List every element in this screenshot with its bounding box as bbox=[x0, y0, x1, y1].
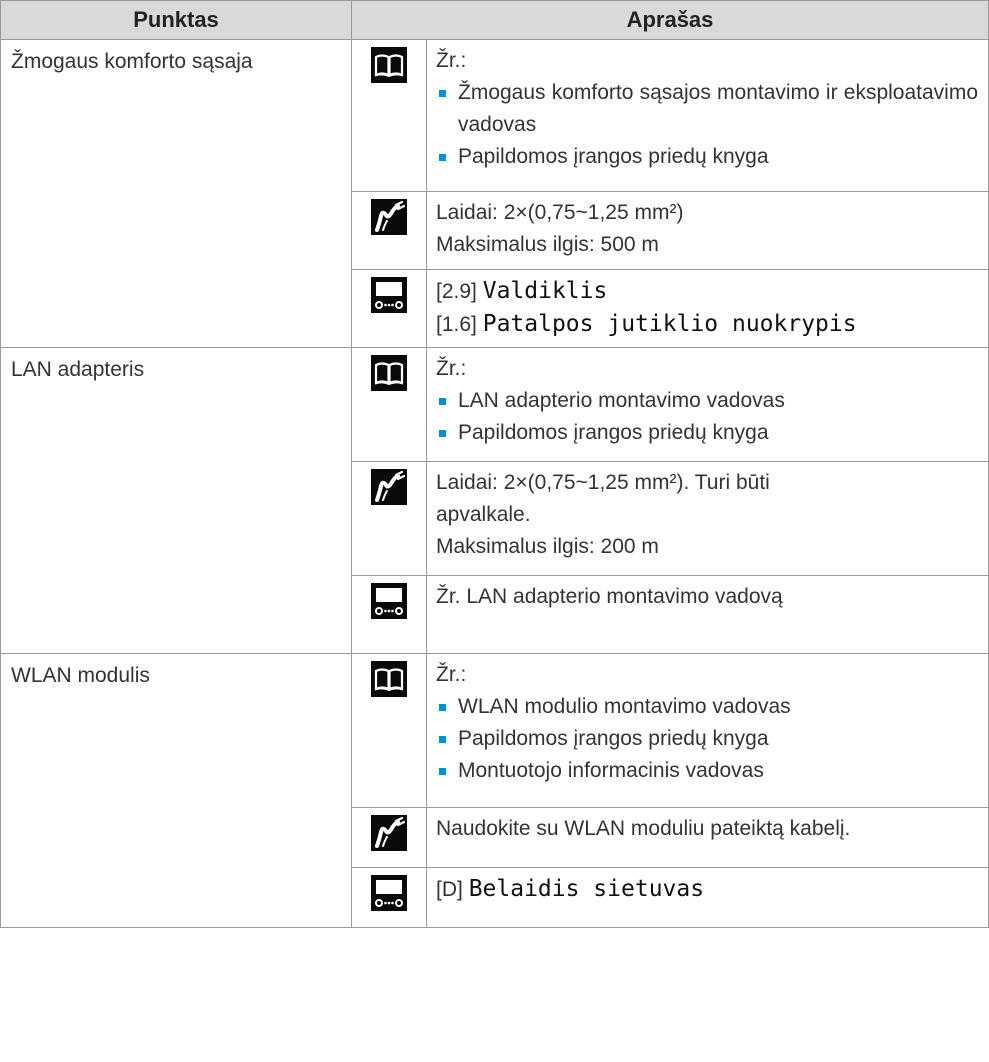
header-description: Aprašas bbox=[351, 0, 989, 40]
cable-icon bbox=[371, 469, 407, 505]
manual-intro: Žr.: bbox=[436, 49, 467, 72]
list-item: Papildomos įrangos priedų knyga bbox=[436, 417, 978, 449]
list-item: WLAN modulio montavimo vadovas bbox=[436, 691, 978, 723]
list-item: LAN adapterio montavimo vadovas bbox=[436, 385, 978, 417]
cable-icon bbox=[371, 815, 407, 851]
description-cell: [2.9] Valdiklis [1.6] Patalpos jutiklio … bbox=[426, 269, 989, 348]
table-row: LAN adapteris Žr.: LAN adapterio montavi… bbox=[0, 347, 989, 654]
setting-code: [D] bbox=[436, 878, 463, 901]
item-name: LAN adapteris bbox=[11, 358, 145, 381]
setting-code: [2.9] bbox=[436, 280, 477, 303]
manual-list: Žmogaus komforto sąsajos montavimo ir ek… bbox=[436, 77, 978, 173]
setting-name: Patalpos jutiklio nuokrypis bbox=[482, 311, 857, 337]
setting-line: [D] Belaidis sietuvas bbox=[436, 873, 978, 906]
wiring-text: Naudokite su WLAN moduliu pateiktą kabel… bbox=[436, 817, 851, 840]
description-cell: Laidai: 2×(0,75~1,25 mm²). Turi būti apv… bbox=[426, 461, 989, 576]
description-cell: Žr.: WLAN modulio montavimo vadovas Papi… bbox=[426, 653, 989, 808]
item-cell: Žmogaus komforto sąsaja bbox=[0, 39, 352, 348]
wiring-line: Laidai: 2×(0,75~1,25 mm²). Turi būti apv… bbox=[436, 471, 770, 526]
icon-cell bbox=[351, 191, 427, 270]
header-item: Punktas bbox=[0, 0, 352, 40]
icon-cell bbox=[351, 347, 427, 462]
settings-text: Žr. LAN adapterio montavimo vadovą bbox=[436, 585, 783, 608]
list-item: Papildomos įrangos priedų knyga bbox=[436, 141, 978, 173]
table-header-row: Punktas Aprašas bbox=[0, 0, 989, 40]
list-item: Montuotojo informacinis vadovas bbox=[436, 755, 978, 787]
cable-icon bbox=[371, 199, 407, 235]
description-cell: Žr. LAN adapterio montavimo vadovą bbox=[426, 575, 989, 654]
description-cell: Laidai: 2×(0,75~1,25 mm²) Maksimalus ilg… bbox=[426, 191, 989, 270]
item-name: WLAN modulis bbox=[11, 664, 150, 687]
controller-icon bbox=[371, 875, 407, 911]
description-cell: Naudokite su WLAN moduliu pateiktą kabel… bbox=[426, 807, 989, 868]
item-name: Žmogaus komforto sąsaja bbox=[11, 50, 253, 73]
item-cell: WLAN modulis bbox=[0, 653, 352, 928]
controller-icon bbox=[371, 583, 407, 619]
manual-list: WLAN modulio montavimo vadovas Papildomo… bbox=[436, 691, 978, 787]
description-cell: [D] Belaidis sietuvas bbox=[426, 867, 989, 928]
icon-cell bbox=[351, 575, 427, 654]
controller-icon bbox=[371, 277, 407, 313]
manual-intro: Žr.: bbox=[436, 663, 467, 686]
wiring-line: Laidai: 2×(0,75~1,25 mm²) bbox=[436, 201, 684, 224]
setting-code: [1.6] bbox=[436, 313, 477, 336]
table-row: Žmogaus komforto sąsaja Žr.: Žmogaus kom… bbox=[0, 39, 989, 348]
book-icon bbox=[371, 661, 407, 697]
accessories-table: Punktas Aprašas Žmogaus komforto sąsaja … bbox=[0, 0, 989, 928]
wiring-line: Maksimalus ilgis: 500 m bbox=[436, 233, 659, 256]
description-cell: Žr.: Žmogaus komforto sąsajos montavimo … bbox=[426, 39, 989, 192]
manual-intro: Žr.: bbox=[436, 357, 467, 380]
icon-cell bbox=[351, 653, 427, 808]
list-item: Papildomos įrangos priedų knyga bbox=[436, 723, 978, 755]
book-icon bbox=[371, 47, 407, 83]
icon-cell bbox=[351, 39, 427, 192]
setting-name: Belaidis sietuvas bbox=[468, 876, 705, 902]
icon-cell bbox=[351, 461, 427, 576]
description-cell: Žr.: LAN adapterio montavimo vadovas Pap… bbox=[426, 347, 989, 462]
icon-cell bbox=[351, 807, 427, 868]
setting-line: [1.6] Patalpos jutiklio nuokrypis bbox=[436, 308, 978, 341]
list-item: Žmogaus komforto sąsajos montavimo ir ek… bbox=[436, 77, 978, 141]
item-cell: LAN adapteris bbox=[0, 347, 352, 654]
setting-line: [2.9] Valdiklis bbox=[436, 275, 978, 308]
book-icon bbox=[371, 355, 407, 391]
icon-cell bbox=[351, 867, 427, 928]
manual-list: LAN adapterio montavimo vadovas Papildom… bbox=[436, 385, 978, 449]
table-row: WLAN modulis Žr.: WLAN modulio montavimo… bbox=[0, 653, 989, 928]
icon-cell bbox=[351, 269, 427, 348]
wiring-line: Maksimalus ilgis: 200 m bbox=[436, 535, 659, 558]
setting-name: Valdiklis bbox=[482, 278, 608, 304]
